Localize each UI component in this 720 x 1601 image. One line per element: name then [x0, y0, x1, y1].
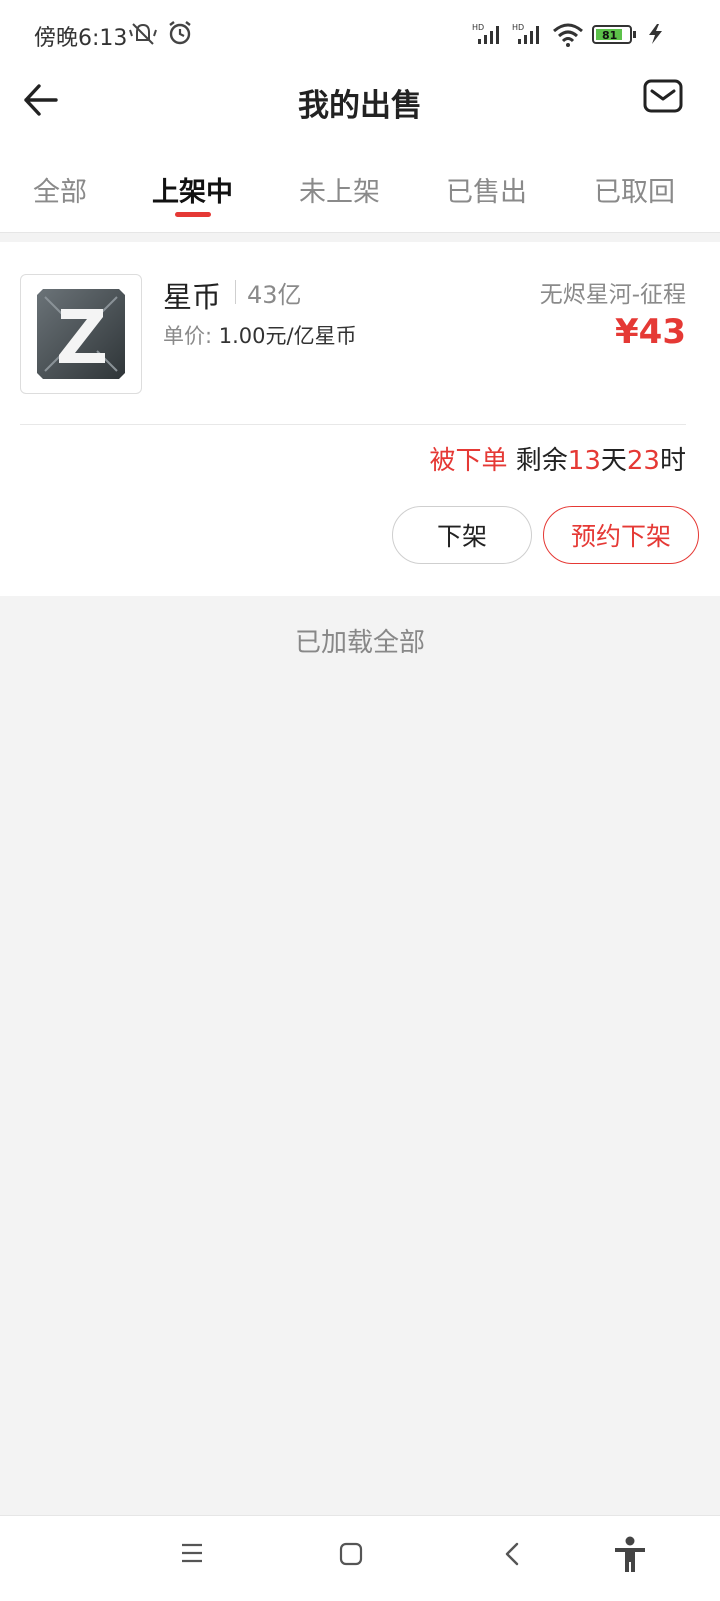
card-divider: [20, 424, 686, 425]
wifi-icon: [553, 23, 583, 47]
server-name: 无烬星河-征程: [539, 282, 686, 308]
tab-bar: 全部 上架中 未上架 已售出 已取回: [0, 150, 720, 233]
svg-text:HD: HD: [512, 23, 524, 32]
status-bar: 傍晚6:13 HD HD 81: [0, 0, 720, 70]
mail-icon[interactable]: [642, 78, 684, 114]
hours-unit: 时: [659, 446, 686, 476]
remain-days: 13: [567, 446, 601, 476]
tab-all[interactable]: 全部: [33, 170, 87, 209]
svg-text:81: 81: [602, 29, 617, 42]
home-icon[interactable]: [339, 1542, 363, 1566]
status-time: 傍晚6:13: [34, 26, 128, 51]
remain-label: 剩余: [515, 446, 568, 476]
item-quantity: 43亿: [247, 281, 302, 309]
remain-hours: 23: [626, 446, 660, 476]
ordered-status: 被下单: [429, 446, 508, 476]
unit-price-value: 1.00元/亿星币: [218, 324, 357, 348]
signal-hd-icon: HD: [512, 23, 539, 44]
menu-icon[interactable]: [180, 1542, 204, 1564]
active-tab-indicator: [175, 212, 211, 217]
loaded-all-text: 已加载全部: [294, 628, 425, 658]
app-header: 我的出售: [0, 70, 720, 150]
charging-icon: [649, 24, 662, 44]
name-divider: [235, 280, 236, 304]
back-icon[interactable]: [502, 1541, 522, 1567]
system-nav-bar: [0, 1515, 720, 1601]
page-title: 我的出售: [298, 88, 422, 124]
svg-text:HD: HD: [472, 23, 484, 32]
accessibility-icon[interactable]: [612, 1536, 648, 1574]
alarm-icon: [169, 21, 191, 45]
star-coin-z-icon: [37, 289, 125, 379]
order-status: 被下单 剩余13天23时: [429, 440, 686, 477]
tab-sold[interactable]: 已售出: [446, 170, 527, 209]
schedule-delist-button[interactable]: 预约下架: [543, 506, 699, 564]
mute-icon: [129, 23, 157, 45]
tab-retrieved[interactable]: 已取回: [594, 170, 675, 209]
tab-on-sale[interactable]: 上架中: [152, 170, 233, 209]
listing-price: ¥43: [615, 312, 686, 352]
battery-icon: 81: [592, 25, 636, 44]
unit-price: 单价: 1.00元/亿星币: [163, 320, 357, 350]
listing-card[interactable]: 星币 43亿 单价: 1.00元/亿星币 无烬星河-征程 ¥43 被下单 剩余1…: [0, 242, 720, 596]
tab-not-listed[interactable]: 未上架: [299, 170, 380, 209]
item-thumbnail: [20, 274, 142, 394]
delist-button[interactable]: 下架: [392, 506, 532, 564]
days-unit: 天: [600, 446, 627, 476]
unit-price-label: 单价:: [163, 324, 213, 348]
signal-hd-icon: HD: [472, 23, 499, 44]
item-name: 星币: [163, 280, 222, 314]
